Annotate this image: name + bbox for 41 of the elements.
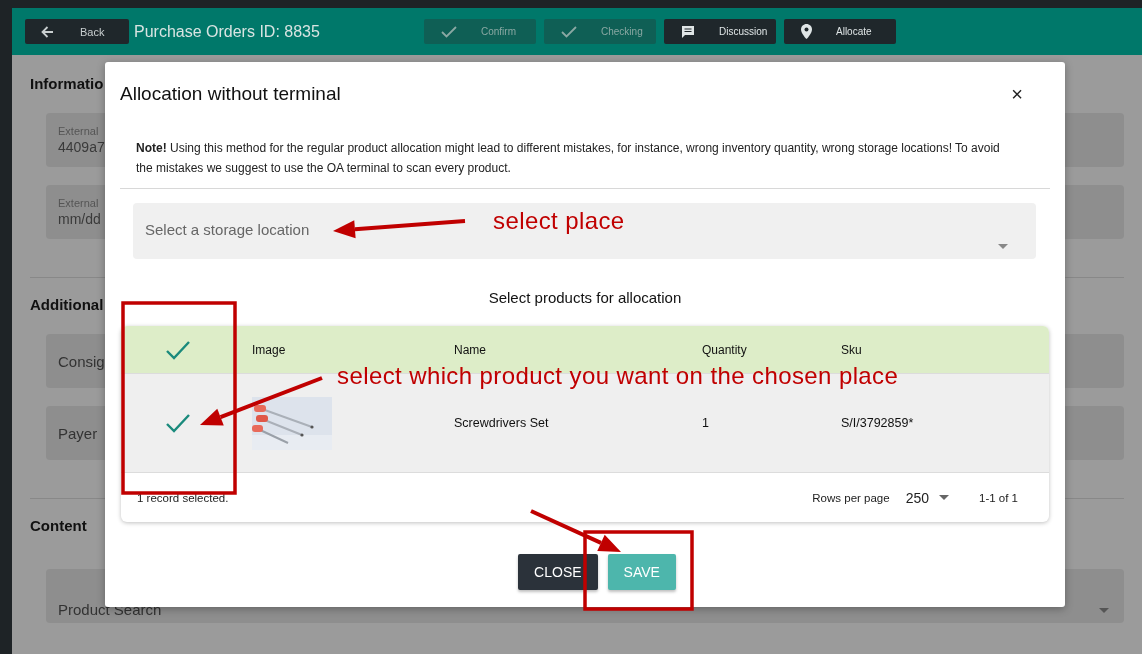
check-icon [441,25,457,38]
dropdown-caret-icon [939,494,949,501]
action-button[interactable]: Allocate [784,19,896,44]
rows-per-page-label: Rows per page [812,491,890,504]
field-placeholder: Payer [58,424,98,442]
section-title: Content [30,517,87,536]
section-title: Additional [30,296,104,315]
field-value: mm/dd [58,211,101,227]
action-button[interactable]: Discussion [664,19,776,44]
comment-icon [681,24,695,39]
section-title: Informatio [30,75,104,94]
column-header: Sku [840,342,862,357]
column-header: Image [251,342,286,357]
close-button[interactable]: CLOSE [518,554,598,590]
location-pin-icon [801,24,812,39]
check-icon [561,25,577,38]
checkmark-icon[interactable] [165,413,191,433]
back-button[interactable]: Back [25,19,129,44]
field-placeholder: Consig [58,352,105,370]
checkmark-icon[interactable] [165,339,191,360]
table-cell-text: Screwdrivers Set [453,416,549,430]
selection-count: 1 record selected. [137,491,229,504]
back-arrow-icon [41,25,54,38]
field-label: External [58,125,99,137]
table-cell-text: 1 [701,416,709,430]
page-title: Purchase Orders ID: 8835 [134,22,321,41]
table-cell-text: S/I/3792859* [840,416,914,430]
table-caption: Select products for allocation [488,289,682,306]
dialog-title: Allocation without terminal [120,83,341,105]
column-header: Name [453,342,486,357]
page-range: 1-1 of 1 [979,491,1018,504]
rows-per-page-select[interactable]: 250 [905,489,949,506]
dropdown-caret-icon[interactable] [1098,607,1110,615]
field-value: 4409a7 [58,139,105,155]
annotation-text: select place [493,207,625,235]
close-button[interactable]: × [1007,82,1027,106]
dropdown-caret-icon [997,243,1009,251]
field-label: External [58,197,99,209]
annotation-text: select which product you want on the chosen place [337,362,899,390]
column-header: Quantity [701,342,747,357]
warning-note: Note! Using this method for the regular product allocation might lead to different mistakes, for instance, wrong inventory quantity, wrong storage locations! To avoid the mistakes we suggest to use the OA terminal to scan every product. [120,138,1050,189]
